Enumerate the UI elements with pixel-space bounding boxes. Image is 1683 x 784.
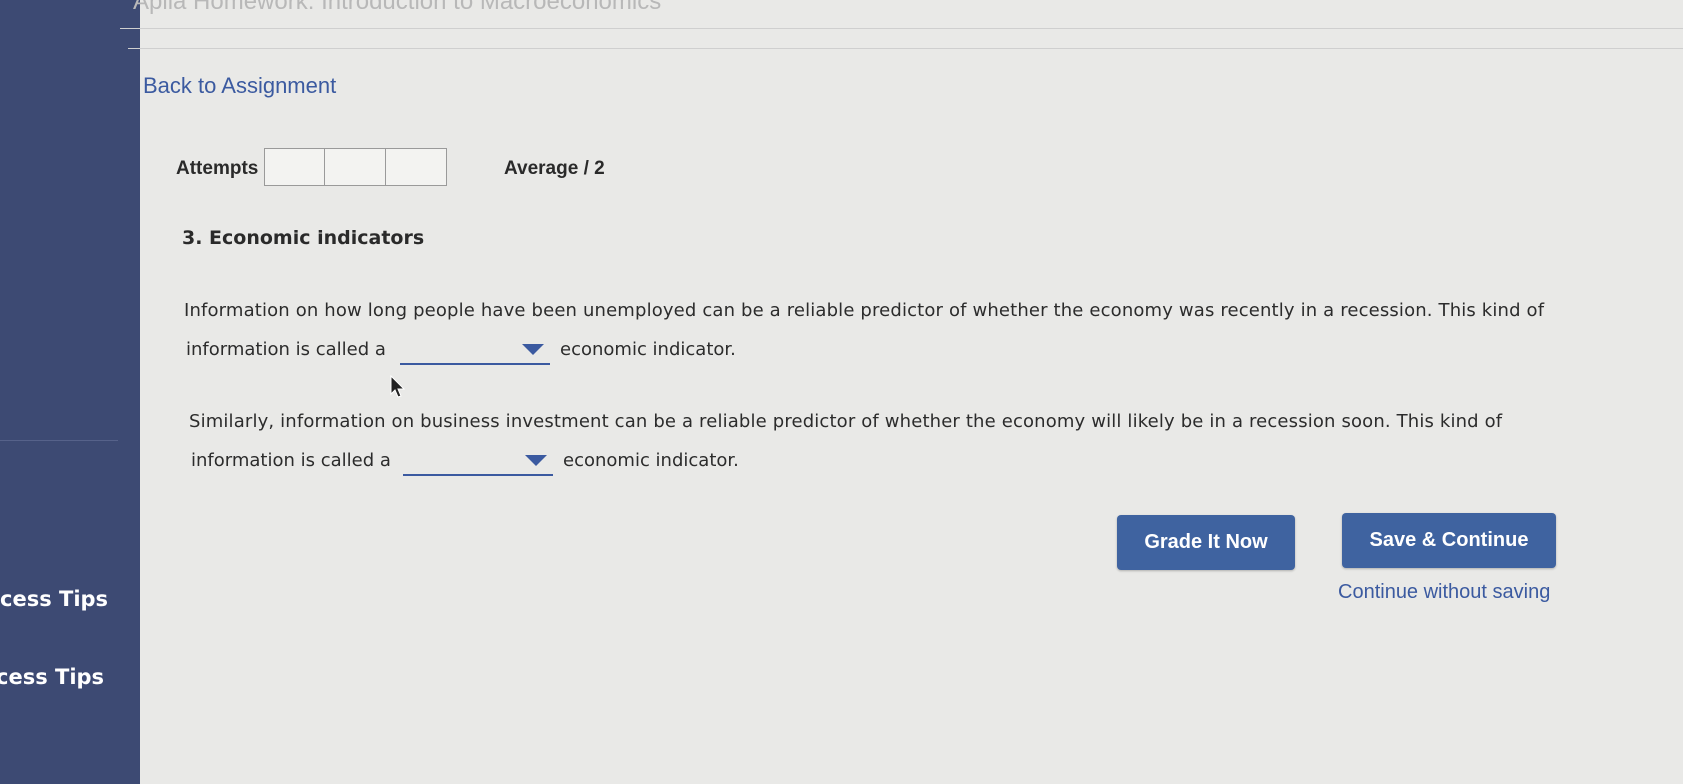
- attempts-indicator: [264, 148, 447, 186]
- page-header-title: Aplia Homework: Introduction to Macroeco…: [133, 0, 662, 15]
- caret-down-icon[interactable]: [525, 455, 547, 466]
- attempt-box: [386, 148, 447, 186]
- attempt-box: [325, 148, 386, 186]
- question-title: 3. Economic indicators: [182, 227, 425, 249]
- average-score-label: Average / 2: [504, 158, 605, 179]
- question-paragraph-2-prefix: information is called a: [191, 450, 391, 471]
- caret-down-icon[interactable]: [522, 344, 544, 355]
- attempts-label: Attempts: [176, 158, 259, 179]
- mouse-cursor-icon: [390, 374, 406, 404]
- question-paragraph-1-prefix: information is called a: [186, 339, 386, 360]
- back-to-assignment-link[interactable]: Back to Assignment: [143, 73, 336, 99]
- header-divider-top: [120, 28, 1683, 29]
- indicator-type-dropdown-2[interactable]: [403, 444, 553, 476]
- continue-without-saving-link[interactable]: Continue without saving: [1338, 581, 1550, 604]
- question-paragraph-2-line-1: Similarly, information on business inves…: [189, 411, 1503, 432]
- indicator-type-dropdown-1[interactable]: [400, 333, 550, 365]
- question-paragraph-1-suffix: economic indicator.: [560, 339, 736, 360]
- sidebar: cess Tips cess Tips: [0, 0, 140, 784]
- header-divider-bottom: [128, 48, 1683, 49]
- sidebar-item-success-tips-1[interactable]: cess Tips: [0, 587, 108, 611]
- sidebar-divider: [0, 440, 118, 441]
- question-paragraph-1-line-1: Information on how long people have been…: [184, 300, 1545, 321]
- grade-it-now-button[interactable]: Grade It Now: [1117, 515, 1295, 570]
- attempt-box: [264, 148, 325, 186]
- sidebar-item-success-tips-2[interactable]: cess Tips: [0, 665, 104, 689]
- save-and-continue-button[interactable]: Save & Continue: [1342, 513, 1556, 568]
- question-paragraph-2-suffix: economic indicator.: [563, 450, 739, 471]
